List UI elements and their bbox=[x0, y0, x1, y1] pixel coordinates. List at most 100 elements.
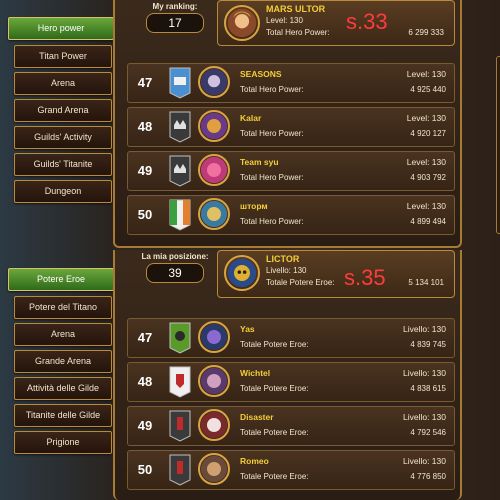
player-power-value: 5 134 101 bbox=[408, 278, 444, 287]
my-player-card[interactable]: LICTOR Livello: 130 Totale Potere Eroe: … bbox=[217, 250, 455, 298]
ranking-row[interactable]: 50 шторм Level: 130 Total Hero Power: 4 … bbox=[127, 195, 455, 235]
ranking-frame: La mia posizione: 39 LICTOR Livello: 130… bbox=[113, 250, 462, 500]
sidebar-item-potere-titano[interactable]: Potere del Titano bbox=[14, 296, 112, 319]
sidebar-item-potere-eroe[interactable]: Potere Eroe bbox=[8, 268, 122, 291]
player-level: Livello: 130 bbox=[402, 324, 446, 334]
player-name: Wichtel bbox=[240, 368, 271, 378]
rank-number: 48 bbox=[137, 119, 153, 134]
sidebar-item-titanite-gilde[interactable]: Titanite delle Gilde bbox=[14, 404, 112, 427]
my-player-card[interactable]: MARS ULTOR Level: 130 Total Hero Power: … bbox=[217, 0, 455, 46]
sidebar-item-titan-power[interactable]: Titan Power bbox=[14, 45, 112, 68]
player-avatar bbox=[224, 255, 260, 291]
my-ranking-value: 39 bbox=[146, 263, 204, 283]
ranking-row[interactable]: 50 Romeo Livello: 130 Totale Potere Eroe… bbox=[127, 450, 455, 490]
player-power-value: 6 299 333 bbox=[408, 28, 444, 37]
sidebar-item-attivita-gilde[interactable]: Attività delle Gilde bbox=[14, 377, 112, 400]
my-ranking: My ranking: 17 bbox=[133, 2, 217, 33]
power-value: 4 899 494 bbox=[410, 217, 446, 226]
player-level: Livello: 130 bbox=[402, 456, 446, 466]
sidebar-item-dungeon[interactable]: Dungeon bbox=[14, 180, 112, 203]
sidebar-item-grand-arena[interactable]: Grand Arena bbox=[14, 99, 112, 122]
guild-banner-icon bbox=[169, 322, 191, 354]
sidebar-item-prigione[interactable]: Prigione bbox=[14, 431, 112, 454]
power-value: 4 920 127 bbox=[410, 129, 446, 138]
rank-number: 50 bbox=[137, 462, 153, 477]
power-value: 4 839 745 bbox=[410, 340, 446, 349]
player-avatar bbox=[198, 110, 230, 142]
guild-banner-icon bbox=[169, 199, 191, 231]
player-level: Level: 130 bbox=[266, 16, 303, 25]
ranking-frame: My ranking: 17 MARS ULTOR Level: 130 Tot… bbox=[113, 0, 500, 248]
guild-banner-icon bbox=[169, 410, 191, 442]
my-ranking-value: 17 bbox=[146, 13, 204, 33]
sidebar-item-arena[interactable]: Arena bbox=[14, 72, 112, 95]
ranking-row[interactable]: 49 Team syu Level: 130 Total Hero Power:… bbox=[127, 151, 455, 191]
player-name: шторм bbox=[240, 201, 268, 211]
ranking-row[interactable]: 47 SEASONS Level: 130 Total Hero Power: … bbox=[127, 63, 455, 103]
guild-banner-icon bbox=[169, 155, 191, 187]
my-ranking-label: My ranking: bbox=[152, 2, 198, 11]
rank-number: 49 bbox=[137, 418, 153, 433]
player-avatar bbox=[198, 321, 230, 353]
scrollbar[interactable] bbox=[496, 56, 500, 234]
player-level: Livello: 130 bbox=[266, 266, 307, 275]
player-avatar bbox=[198, 453, 230, 485]
rank-number: 49 bbox=[137, 163, 153, 178]
ranking-row[interactable]: 49 Disaster Livello: 130 Totale Potere E… bbox=[127, 406, 455, 446]
rank-number: 47 bbox=[137, 330, 153, 345]
power-value: 4 776 850 bbox=[410, 472, 446, 481]
power-value: 4 903 792 bbox=[410, 173, 446, 182]
player-avatar bbox=[198, 409, 230, 441]
player-name: LICTOR bbox=[266, 254, 300, 264]
guild-banner-icon bbox=[169, 67, 191, 99]
player-power-label: Totale Potere Eroe: bbox=[266, 278, 335, 287]
player-power-label: Total Hero Power: bbox=[266, 28, 330, 37]
rank-number: 47 bbox=[137, 75, 153, 90]
player-level: Livello: 130 bbox=[402, 368, 446, 378]
power-value: 4 838 615 bbox=[410, 384, 446, 393]
player-name: MARS ULTOR bbox=[266, 4, 326, 14]
power-label: Totale Potere Eroe: bbox=[240, 472, 309, 481]
server-annotation: s.35 bbox=[344, 265, 386, 290]
ranking-row[interactable]: 47 Yas Livello: 130 Totale Potere Eroe: … bbox=[127, 318, 455, 358]
server-annotation: s.33 bbox=[346, 9, 388, 34]
sidebar-item-guilds-titanite[interactable]: Guilds' Titanite bbox=[14, 153, 112, 176]
my-ranking: La mia posizione: 39 bbox=[133, 252, 217, 283]
sidebar-item-arena[interactable]: Arena bbox=[14, 323, 112, 346]
power-label: Total Hero Power: bbox=[240, 217, 304, 226]
power-label: Totale Potere Eroe: bbox=[240, 340, 309, 349]
player-level: Level: 130 bbox=[406, 157, 446, 167]
sidebar-item-guilds-activity[interactable]: Guilds' Activity bbox=[14, 126, 112, 149]
ranking-row[interactable]: 48 Wichtel Livello: 130 Totale Potere Er… bbox=[127, 362, 455, 402]
power-label: Total Hero Power: bbox=[240, 173, 304, 182]
player-level: Level: 130 bbox=[406, 69, 446, 79]
player-level: Level: 130 bbox=[406, 201, 446, 211]
power-label: Total Hero Power: bbox=[240, 85, 304, 94]
player-name: Disaster bbox=[240, 412, 274, 422]
player-name: Romeo bbox=[240, 456, 269, 466]
guild-banner-icon bbox=[169, 366, 191, 398]
player-avatar bbox=[224, 5, 260, 41]
player-name: Yas bbox=[240, 324, 255, 334]
rank-number: 50 bbox=[137, 207, 153, 222]
player-name: Team syu bbox=[240, 157, 279, 167]
player-name: Kalar bbox=[240, 113, 262, 123]
player-level: Level: 130 bbox=[406, 113, 446, 123]
leaderboard-panel-en: Hero power Titan Power Arena Grand Arena… bbox=[0, 0, 500, 250]
player-avatar bbox=[198, 66, 230, 98]
power-label: Totale Potere Eroe: bbox=[240, 384, 309, 393]
sidebar-item-grande-arena[interactable]: Grande Arena bbox=[14, 350, 112, 373]
power-value: 4 792 546 bbox=[410, 428, 446, 437]
sidebar-item-hero-power[interactable]: Hero power bbox=[8, 17, 122, 40]
power-label: Total Hero Power: bbox=[240, 129, 304, 138]
ranking-row[interactable]: 48 Kalar Level: 130 Total Hero Power: 4 … bbox=[127, 107, 455, 147]
rank-number: 48 bbox=[137, 374, 153, 389]
player-level: Livello: 130 bbox=[402, 412, 446, 422]
player-avatar bbox=[198, 365, 230, 397]
power-label: Totale Potere Eroe: bbox=[240, 428, 309, 437]
my-ranking-label: La mia posizione: bbox=[141, 252, 209, 261]
player-avatar bbox=[198, 198, 230, 230]
leaderboard-panel-it: Potere Eroe Potere del Titano Arena Gran… bbox=[0, 250, 500, 500]
player-name: SEASONS bbox=[240, 69, 282, 79]
guild-banner-icon bbox=[169, 454, 191, 486]
